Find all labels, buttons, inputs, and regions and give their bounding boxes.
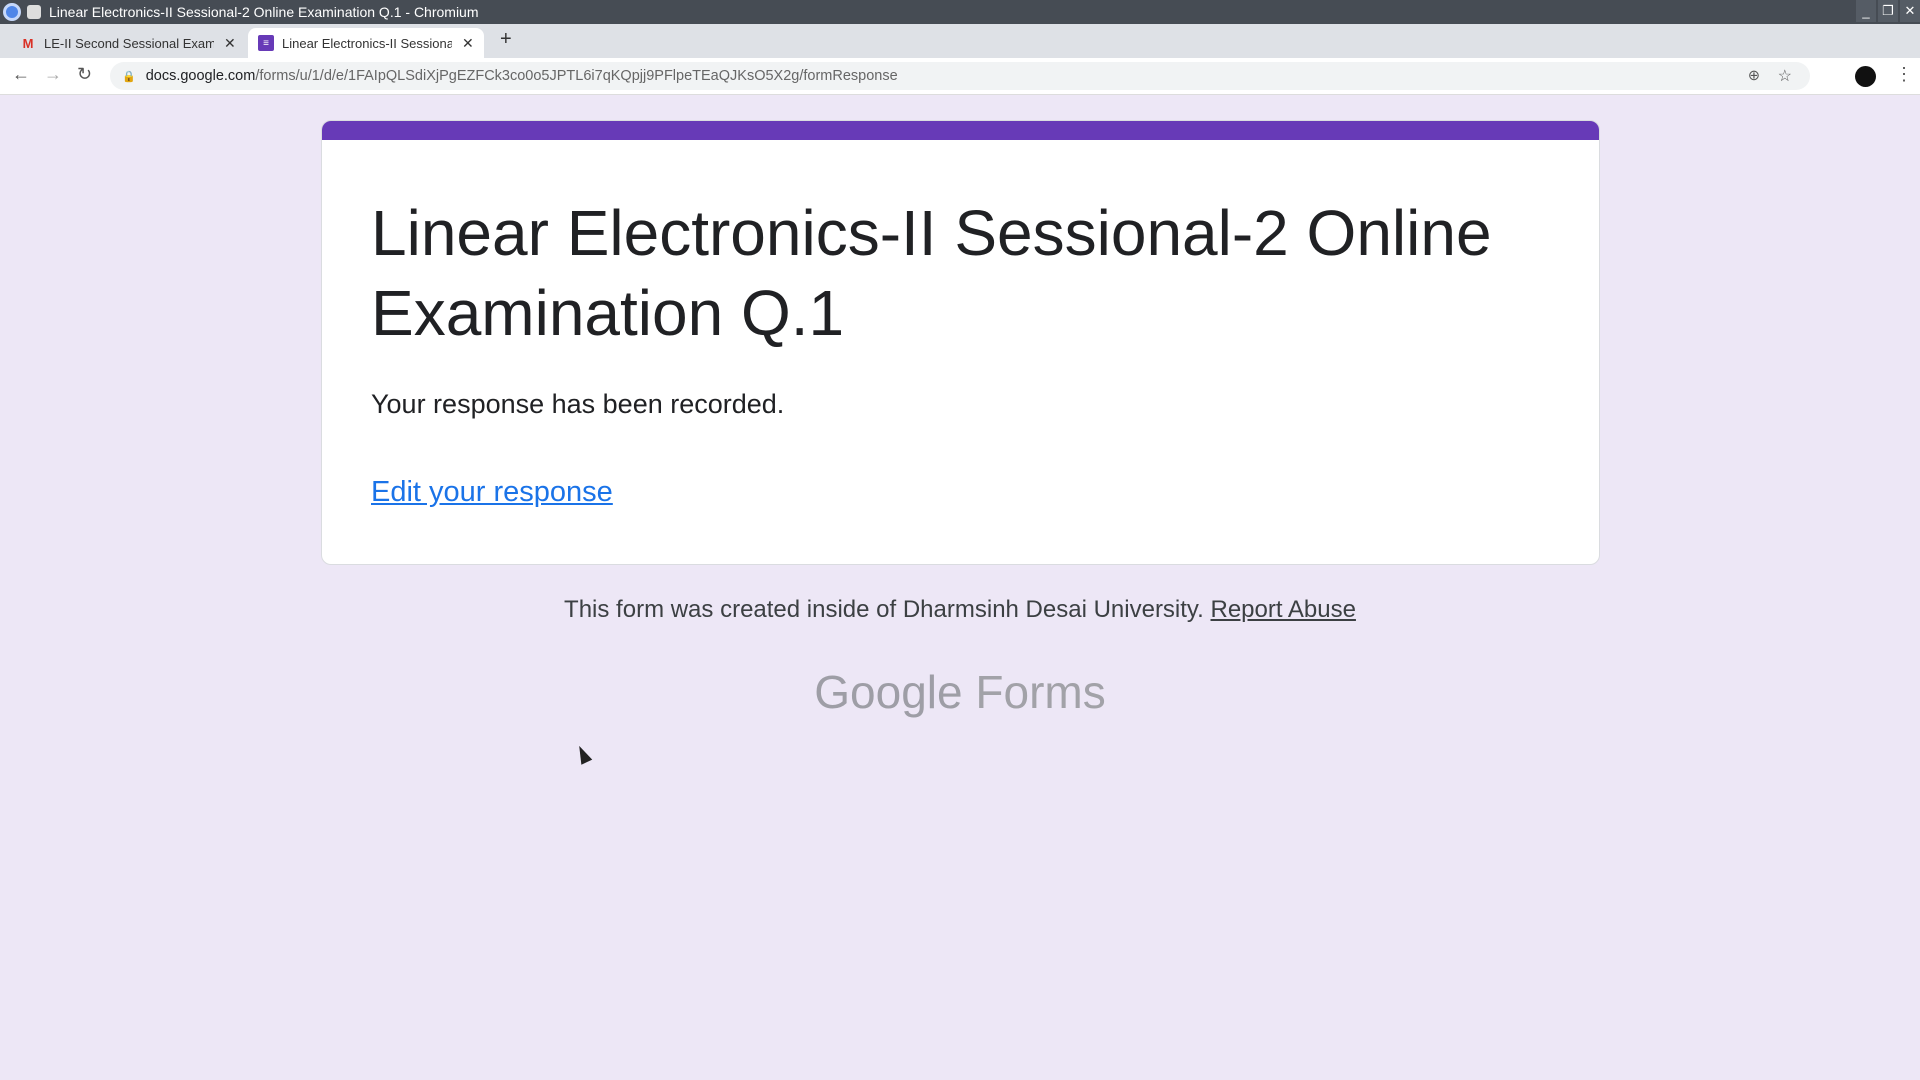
- gmail-icon: M: [22, 35, 34, 51]
- form-card: Linear Electronics-II Sessional-2 Online…: [321, 120, 1600, 565]
- footer-text: This form was created inside of Dharmsin…: [564, 596, 1204, 623]
- edit-response-link[interactable]: Edit your response: [371, 476, 613, 509]
- form-accent-strip: [322, 121, 1599, 140]
- tab-gmail[interactable]: M LE-II Second Sessional Exam ✕: [10, 28, 246, 58]
- zoom-icon[interactable]: ⊕: [1748, 68, 1760, 84]
- mouse-cursor: [573, 743, 593, 765]
- profile-avatar[interactable]: [1855, 66, 1876, 87]
- new-tab-button[interactable]: +: [500, 28, 512, 51]
- lock-icon: 🔒: [122, 70, 136, 83]
- google-forms-logo[interactable]: Google Forms: [0, 665, 1920, 719]
- minimize-button[interactable]: _: [1856, 0, 1876, 22]
- form-footer: This form was created inside of Dharmsin…: [0, 596, 1920, 624]
- tab-strip: M LE-II Second Sessional Exam ✕ ≡ Linear…: [0, 24, 1920, 58]
- form-title: Linear Electronics-II Sessional-2 Online…: [371, 197, 1492, 349]
- logo-forms: Forms: [975, 666, 1106, 718]
- restore-button[interactable]: ❐: [1878, 0, 1898, 22]
- chromium-icon: [3, 3, 21, 21]
- tab-label: LE-II Second Sessional Exam: [44, 35, 214, 51]
- window-title: Linear Electronics-II Sessional-2 Online…: [49, 4, 479, 20]
- report-abuse-link[interactable]: Report Abuse: [1211, 596, 1356, 623]
- close-tab-icon[interactable]: ✕: [224, 35, 236, 52]
- bookmark-star-icon[interactable]: ☆: [1778, 66, 1792, 86]
- window-menu-icon[interactable]: [27, 5, 41, 19]
- window-titlebar: Linear Electronics-II Sessional-2 Online…: [0, 0, 1920, 24]
- browser-toolbar: ← → ↻ 🔒 docs.google.com /forms/u/1/d/e/1…: [0, 58, 1920, 95]
- reload-icon[interactable]: ↻: [77, 64, 92, 85]
- close-window-button[interactable]: ✕: [1900, 0, 1920, 22]
- confirmation-message: Your response has been recorded.: [371, 389, 785, 419]
- address-bar[interactable]: 🔒 docs.google.com /forms/u/1/d/e/1FAIpQL…: [110, 62, 1810, 90]
- close-tab-icon[interactable]: ✕: [462, 35, 474, 52]
- forward-icon[interactable]: →: [44, 64, 62, 85]
- forms-icon: ≡: [258, 35, 274, 51]
- url-host: docs.google.com: [145, 68, 256, 84]
- url-path: /forms/u/1/d/e/1FAIpQLSdiXjPgEZFCk3co0o5…: [255, 68, 898, 84]
- tab-label: Linear Electronics-II Sessional-2 Online…: [282, 35, 452, 51]
- more-menu-icon[interactable]: ⋮: [1895, 64, 1913, 85]
- back-icon[interactable]: ←: [12, 64, 30, 85]
- logo-google: Google: [814, 666, 963, 718]
- tab-forms[interactable]: ≡ Linear Electronics-II Sessional-2 Onli…: [248, 28, 484, 58]
